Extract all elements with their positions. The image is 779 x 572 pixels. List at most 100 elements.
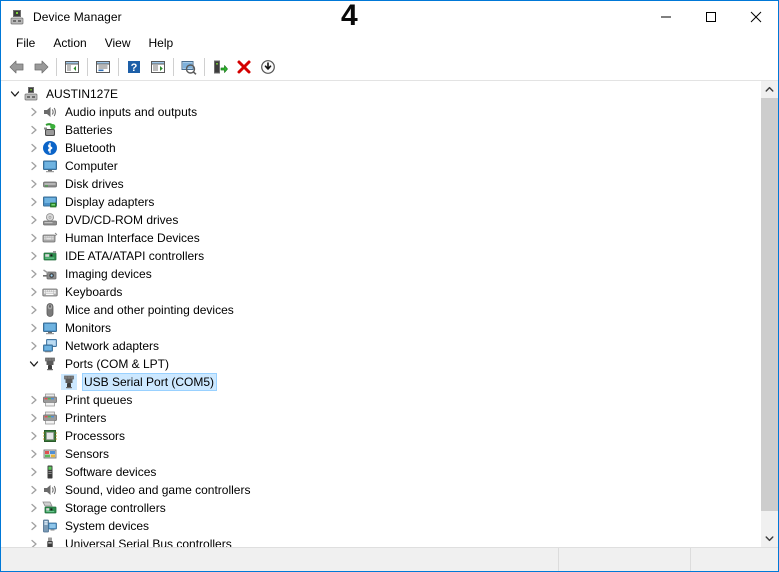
system-device-icon bbox=[42, 518, 58, 534]
tree-item-computer[interactable]: Computer bbox=[1, 157, 760, 175]
status-pane-tertiary bbox=[691, 548, 778, 571]
tree-item-batteries[interactable]: Batteries bbox=[1, 121, 760, 139]
close-button[interactable] bbox=[733, 1, 778, 32]
tree-item-storage-controllers[interactable]: Storage controllers bbox=[1, 499, 760, 517]
toolbar-separator bbox=[87, 58, 88, 76]
port-icon bbox=[61, 374, 77, 390]
tree-item-sensors[interactable]: Sensors bbox=[1, 445, 760, 463]
tree-item-software-devices[interactable]: Software devices bbox=[1, 463, 760, 481]
title-bar: Device Manager 4 bbox=[1, 0, 778, 32]
device-tree[interactable]: AUSTIN127E Audio inputs and outputs Batt… bbox=[1, 81, 760, 547]
monitor-icon bbox=[42, 320, 58, 336]
chevron-right-icon[interactable] bbox=[26, 122, 42, 138]
tree-item-audio-inputs-and-outputs[interactable]: Audio inputs and outputs bbox=[1, 103, 760, 121]
chevron-right-icon[interactable] bbox=[26, 428, 42, 444]
tree-item-label: Imaging devices bbox=[65, 267, 152, 281]
chevron-right-icon[interactable] bbox=[26, 410, 42, 426]
chevron-right-icon[interactable] bbox=[26, 392, 42, 408]
chevron-right-icon[interactable] bbox=[26, 320, 42, 336]
chevron-right-icon[interactable] bbox=[26, 482, 42, 498]
menu-file[interactable]: File bbox=[7, 34, 44, 53]
chevron-down-icon[interactable] bbox=[26, 356, 42, 372]
scrollbar-thumb[interactable] bbox=[761, 98, 778, 511]
chevron-right-icon[interactable] bbox=[26, 104, 42, 120]
tree-item-ide-ata-atapi-controllers[interactable]: IDE ATA/ATAPI controllers bbox=[1, 247, 760, 265]
chevron-right-icon[interactable] bbox=[26, 518, 42, 534]
update-driver-icon[interactable] bbox=[208, 55, 232, 79]
tree-item-label: Audio inputs and outputs bbox=[65, 105, 198, 119]
tree-item-mice-and-other-pointing-devices[interactable]: Mice and other pointing devices bbox=[1, 301, 760, 319]
toolbar-separator bbox=[56, 58, 57, 76]
window-controls bbox=[643, 1, 778, 32]
chevron-right-icon[interactable] bbox=[26, 158, 42, 174]
tree-item-human-interface-devices[interactable]: Human Interface Devices bbox=[1, 229, 760, 247]
maximize-button[interactable] bbox=[688, 1, 733, 32]
scroll-up-button[interactable] bbox=[761, 81, 778, 98]
tree-item-print-queues[interactable]: Print queues bbox=[1, 391, 760, 409]
chevron-right-icon[interactable] bbox=[26, 194, 42, 210]
vertical-scrollbar[interactable] bbox=[760, 81, 778, 547]
svg-text:?: ? bbox=[131, 62, 138, 74]
tree-item-usb-serial-port-com5[interactable]: USB Serial Port (COM5) bbox=[1, 373, 760, 391]
tree-item-label: Display adapters bbox=[65, 195, 155, 209]
display-adapter-icon bbox=[42, 194, 58, 210]
back-icon[interactable] bbox=[5, 55, 29, 79]
tree-item-monitors[interactable]: Monitors bbox=[1, 319, 760, 337]
show-hide-action-pane-icon[interactable] bbox=[146, 55, 170, 79]
processor-icon bbox=[42, 428, 58, 444]
disable-device-icon[interactable] bbox=[256, 55, 280, 79]
tree-item-processors[interactable]: Processors bbox=[1, 427, 760, 445]
chevron-right-icon[interactable] bbox=[26, 176, 42, 192]
computer-root-icon bbox=[23, 86, 39, 102]
tree-item-label: DVD/CD-ROM drives bbox=[65, 213, 179, 227]
bluetooth-icon bbox=[42, 140, 58, 156]
printer-icon bbox=[42, 392, 58, 408]
tree-item-bluetooth[interactable]: Bluetooth bbox=[1, 139, 760, 157]
chevron-right-icon[interactable] bbox=[26, 266, 42, 282]
forward-icon[interactable] bbox=[29, 55, 53, 79]
tree-item-network-adapters[interactable]: Network adapters bbox=[1, 337, 760, 355]
chevron-right-icon[interactable] bbox=[26, 212, 42, 228]
chevron-right-icon[interactable] bbox=[26, 140, 42, 156]
tree-item-dvd-cd-rom-drives[interactable]: DVD/CD-ROM drives bbox=[1, 211, 760, 229]
keyboard-icon bbox=[42, 284, 58, 300]
chevron-right-icon[interactable] bbox=[26, 284, 42, 300]
printer-icon bbox=[42, 410, 58, 426]
menu-action[interactable]: Action bbox=[44, 34, 95, 53]
tree-item-system-devices[interactable]: System devices bbox=[1, 517, 760, 535]
software-device-icon bbox=[42, 464, 58, 480]
tree-item-printers[interactable]: Printers bbox=[1, 409, 760, 427]
help-icon[interactable]: ? bbox=[122, 55, 146, 79]
scroll-down-button[interactable] bbox=[761, 530, 778, 547]
chevron-right-icon[interactable] bbox=[26, 230, 42, 246]
chevron-right-icon[interactable] bbox=[26, 248, 42, 264]
chevron-right-icon[interactable] bbox=[26, 536, 42, 547]
tree-item-label: Batteries bbox=[65, 123, 113, 137]
tree-item-label: Human Interface Devices bbox=[65, 231, 200, 245]
usb-controller-icon bbox=[42, 536, 58, 547]
properties-icon[interactable] bbox=[91, 55, 115, 79]
tree-item-universal-serial-bus-controllers[interactable]: Universal Serial Bus controllers bbox=[1, 535, 760, 547]
scan-for-hardware-changes-icon[interactable] bbox=[177, 55, 201, 79]
minimize-button[interactable] bbox=[643, 1, 688, 32]
menu-view[interactable]: View bbox=[96, 34, 140, 53]
tree-item-root[interactable]: AUSTIN127E bbox=[1, 85, 760, 103]
window-title: Device Manager bbox=[33, 9, 122, 24]
chevron-right-icon[interactable] bbox=[26, 446, 42, 462]
tree-item-sound-video-and-game-controllers[interactable]: Sound, video and game controllers bbox=[1, 481, 760, 499]
show-hide-console-tree-icon[interactable] bbox=[60, 55, 84, 79]
disk-drive-icon bbox=[42, 176, 58, 192]
chevron-right-icon[interactable] bbox=[26, 464, 42, 480]
uninstall-device-icon[interactable] bbox=[232, 55, 256, 79]
chevron-right-icon[interactable] bbox=[26, 302, 42, 318]
tree-item-ports-com-and-lpt[interactable]: Ports (COM & LPT) bbox=[1, 355, 760, 373]
chevron-right-icon[interactable] bbox=[26, 338, 42, 354]
chevron-down-icon[interactable] bbox=[7, 86, 23, 102]
menu-help[interactable]: Help bbox=[140, 34, 183, 53]
tree-item-display-adapters[interactable]: Display adapters bbox=[1, 193, 760, 211]
chevron-right-icon[interactable] bbox=[26, 500, 42, 516]
tree-item-disk-drives[interactable]: Disk drives bbox=[1, 175, 760, 193]
tree-item-imaging-devices[interactable]: Imaging devices bbox=[1, 265, 760, 283]
tree-item-keyboards[interactable]: Keyboards bbox=[1, 283, 760, 301]
tree-item-label: Printers bbox=[65, 411, 107, 425]
